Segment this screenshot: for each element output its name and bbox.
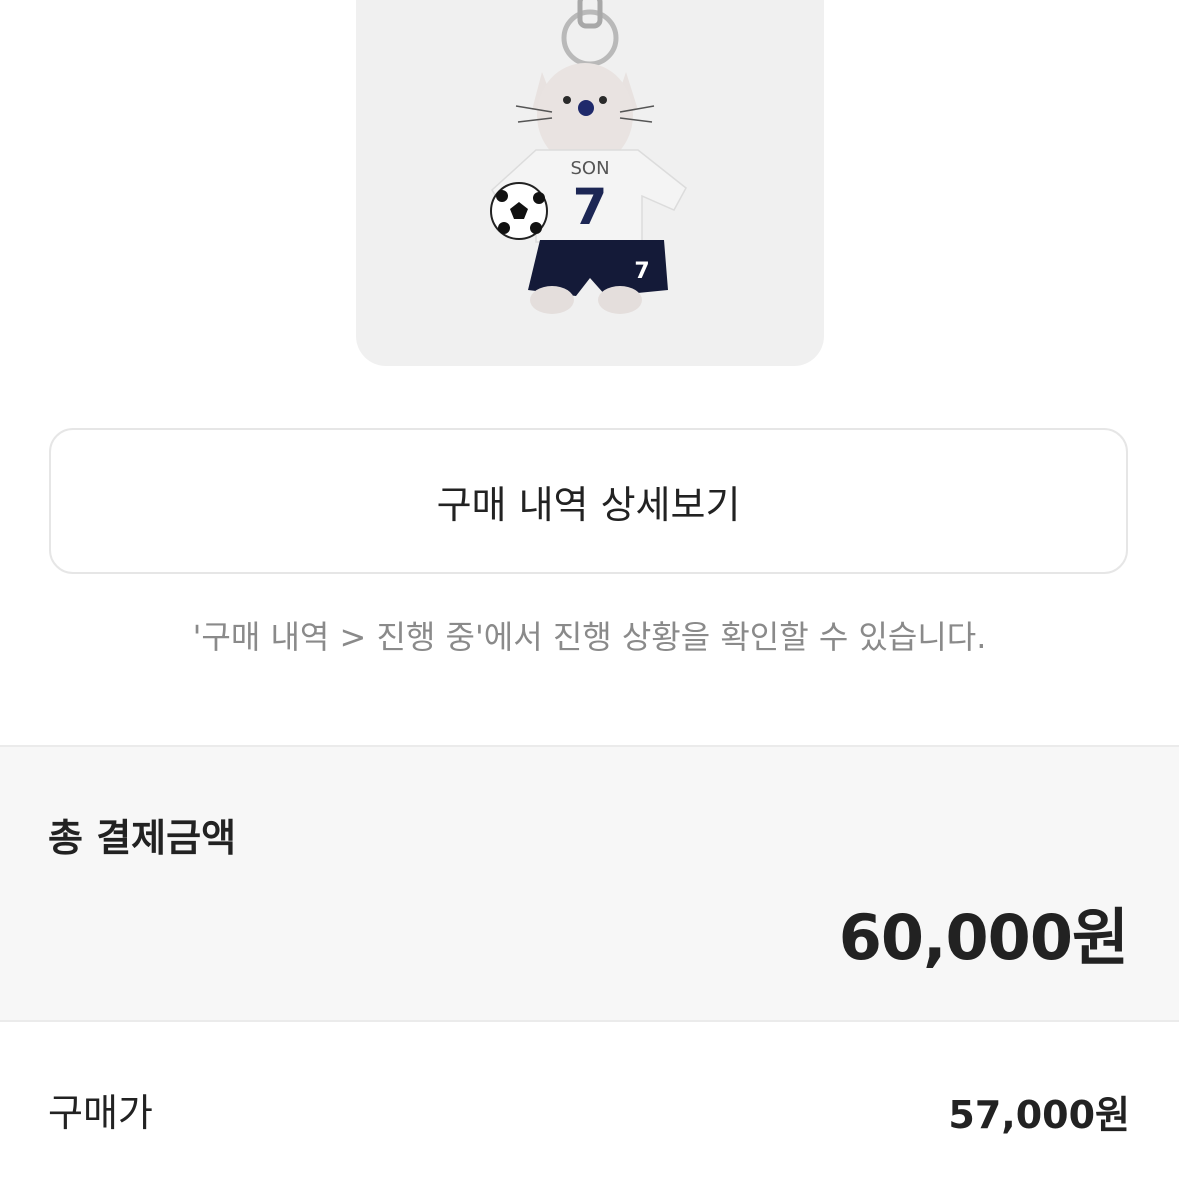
purchase-detail-button[interactable]: 구매 내역 상세보기 — [49, 428, 1128, 574]
purchase-price-row: 구매가 57,000원 — [48, 1082, 1130, 1137]
total-payment-section: 총 결제금액 60,000원 — [0, 745, 1179, 1022]
shorts-number: 7 — [634, 259, 649, 284]
purchase-price-label: 구매가 — [48, 1091, 153, 1135]
product-image: SON 7 7 — [490, 0, 687, 314]
jersey-name: SON — [570, 158, 609, 179]
progress-notice: '구매 내역 > 진행 중'에서 진행 상황을 확인할 수 있습니다. — [192, 618, 987, 656]
product-image-card: SON 7 7 — [356, 0, 824, 366]
total-payment-amount: 60,000원 — [838, 901, 1129, 974]
purchase-detail-button-label: 구매 내역 상세보기 — [436, 482, 741, 527]
total-payment-label: 총 결제금액 — [48, 816, 237, 860]
purchase-price-value: 57,000원 — [948, 1093, 1130, 1137]
jersey-number: 7 — [573, 178, 608, 236]
